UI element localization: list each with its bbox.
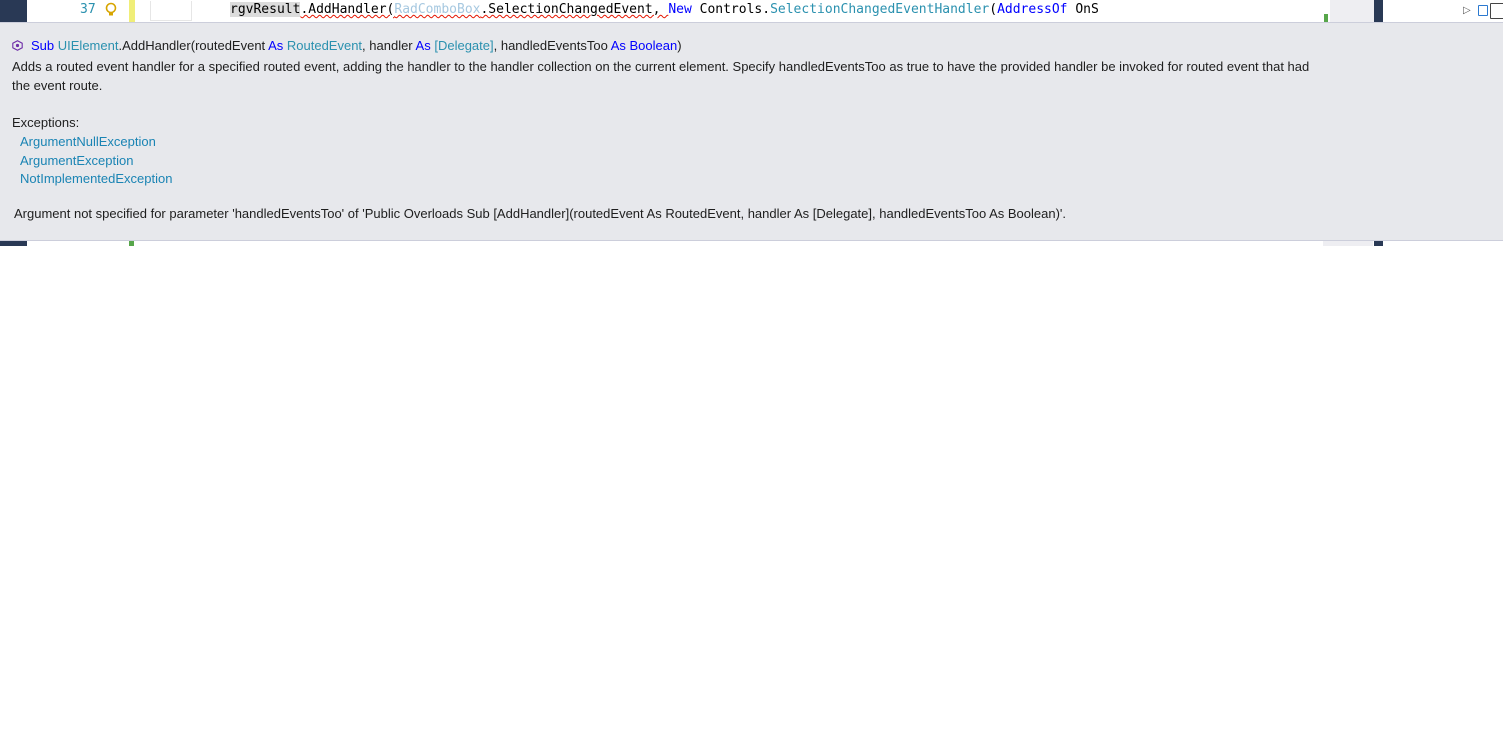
editor-scrollbar[interactable] [1330, 0, 1374, 22]
sig-param-name: , handler [362, 38, 416, 53]
sig-param-name: , handledEventsToo [493, 38, 611, 53]
expand-arrow-icon[interactable]: ▷ [1463, 5, 1471, 16]
code-editor[interactable]: 37 rgvResult.AddHandler(RadComboBox.Sele… [0, 0, 1503, 22]
exceptions-header: Exceptions: [12, 115, 80, 130]
method-icon [12, 40, 23, 51]
code-arg1-type: RadComboBox [394, 2, 481, 17]
lock-icon [1478, 5, 1488, 16]
indent-guide [150, 1, 192, 21]
code-editor-lower [0, 241, 1503, 246]
exception-link[interactable]: NotImplementedException [20, 170, 172, 189]
sig-keyword-as: As [610, 38, 626, 53]
code-tail: OnS [1067, 2, 1099, 17]
code-keyword-addressof: AddressOf [997, 2, 1068, 17]
ide-splitter[interactable] [1374, 0, 1383, 22]
sig-keyword-as: As [268, 38, 284, 53]
code-arg2-open: ( [989, 2, 998, 17]
lightbulb-icon[interactable] [104, 2, 118, 18]
exception-link[interactable]: ArgumentNullException [20, 133, 172, 152]
line-number: 37 [80, 2, 96, 17]
sig-keyword-as: As [415, 38, 431, 53]
exceptions-list: ArgumentNullException ArgumentException … [20, 133, 172, 189]
change-tracking-bar [129, 0, 135, 22]
quick-info-tooltip: Sub UIElement.AddHandler(routedEvent As … [0, 22, 1503, 241]
code-line[interactable]: rgvResult.AddHandler(RadComboBox.Selecti… [230, 2, 1099, 17]
sig-owner-type[interactable]: UIElement [58, 38, 119, 53]
sig-close: ) [677, 38, 682, 53]
description-line: the event route. [12, 78, 103, 93]
code-receiver[interactable]: rgvResult [230, 2, 301, 17]
sig-param-type[interactable]: Boolean [630, 38, 678, 53]
ide-left-border [0, 241, 27, 246]
code-arg2-type: SelectionChangedEventHandler [770, 2, 990, 17]
code-keyword-new: New [668, 2, 692, 17]
saved-change-marker [129, 241, 134, 246]
code-arg1-member: .SelectionChangedEvent, [480, 2, 669, 17]
file-icon [1490, 3, 1503, 19]
saved-change-marker [1324, 14, 1328, 22]
compiler-error-message: Argument not specified for parameter 'ha… [14, 206, 1067, 221]
method-description: Adds a routed event handler for a specif… [12, 57, 1503, 95]
code-arg2-ns: Controls. [691, 2, 771, 17]
sig-keyword-sub: Sub [31, 38, 55, 53]
ide-splitter [1374, 241, 1383, 246]
code-error-span[interactable]: .AddHandler(RadComboBox.SelectionChanged… [300, 2, 668, 17]
exception-link[interactable]: ArgumentException [20, 152, 172, 171]
editor-scrollbar[interactable] [1323, 241, 1373, 246]
code-method: .AddHandler( [300, 2, 395, 17]
sig-param-type[interactable]: [Delegate] [434, 38, 493, 53]
description-line: Adds a routed event handler for a specif… [12, 59, 1310, 74]
ide-left-border [0, 0, 27, 22]
sig-method: .AddHandler(routedEvent [118, 38, 269, 53]
sig-param-type[interactable]: RoutedEvent [287, 38, 362, 53]
method-signature: Sub UIElement.AddHandler(routedEvent As … [12, 38, 682, 53]
